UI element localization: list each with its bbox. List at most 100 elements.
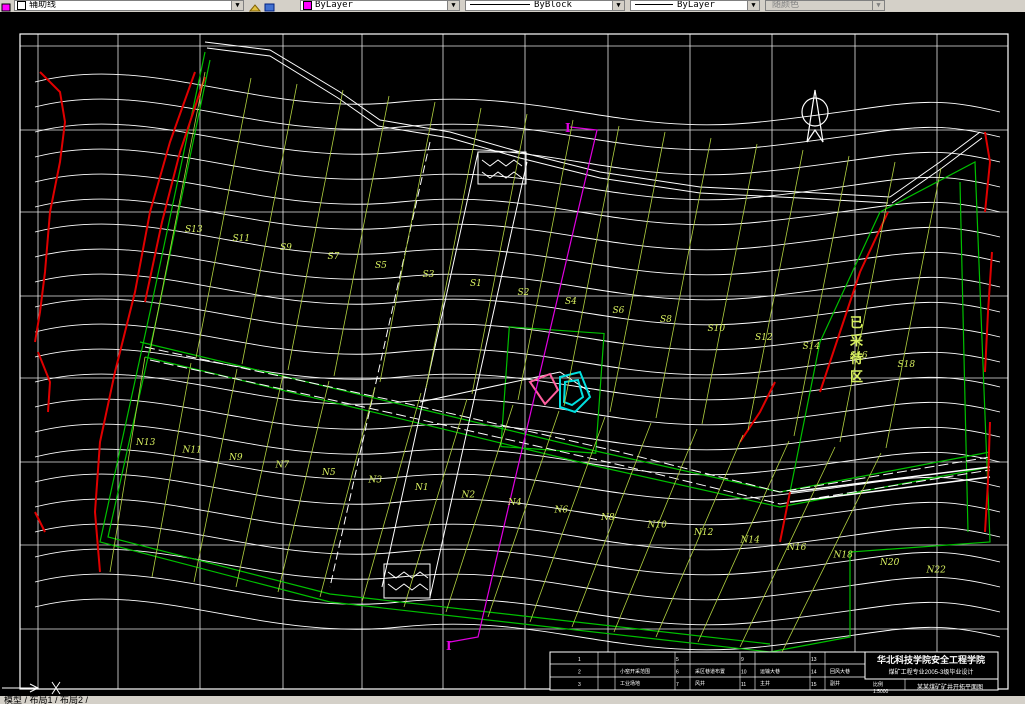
title-block-row-number: 2 — [578, 670, 581, 676]
title-block-row-number: 7 — [676, 682, 679, 688]
panel-label-s: S13 — [185, 225, 203, 235]
legend-entry: 小窑开采范围 — [620, 668, 650, 675]
north-arrow-icon — [801, 89, 829, 143]
panel-division-line — [195, 77, 252, 359]
panel-division-line — [379, 101, 436, 383]
title-block-row-number: 13 — [811, 657, 817, 663]
panel-label-s: S2 — [518, 288, 530, 298]
panel-label-s: S11 — [233, 234, 251, 244]
panel-division-line — [739, 446, 836, 648]
panel-labels: S13S11S9S7S5S3S1S2S4S6S8S10S12S14S16S18N… — [135, 225, 946, 576]
panel-label-s: S8 — [660, 315, 672, 325]
legend-entry: 风井 — [695, 680, 705, 687]
panel-division-line — [697, 440, 790, 643]
panel-label-s: S6 — [613, 306, 625, 316]
legend-entry: 回风大巷 — [830, 668, 850, 675]
panel-division-line — [571, 422, 652, 628]
panel-label-s: S5 — [375, 261, 387, 271]
panel-division-line — [885, 167, 942, 449]
scale-label: 比例 — [873, 681, 883, 688]
panel-label-s: S12 — [755, 333, 773, 343]
panel-division-line — [287, 89, 344, 371]
panel-label-s: S3 — [423, 270, 435, 280]
panel-division-line — [529, 416, 606, 623]
title-block-row-number: 6 — [676, 670, 679, 676]
layer-color-swatch — [17, 1, 26, 10]
panel-label-s: S10 — [708, 324, 726, 334]
title-block-row-number: 5 — [676, 657, 679, 663]
linetype-sample — [470, 4, 530, 5]
linetype-value: ByBlock — [534, 0, 572, 10]
panel-label-s: S4 — [565, 297, 577, 307]
panel-label-n: N11 — [182, 446, 202, 456]
make-object-layer-current-icon[interactable] — [248, 0, 262, 12]
layer-name: 辅助线 — [29, 0, 57, 10]
panel-division-line — [235, 374, 284, 588]
layer-dropdown[interactable]: 辅助线 ▼ — [14, 0, 244, 11]
title-block-row-number: 11 — [741, 682, 746, 688]
panel-label-s: S9 — [280, 243, 292, 253]
title-block-row-number: 15 — [811, 682, 817, 688]
drawing-canvas[interactable]: I I 已采待区 S13 S11 S9 S7 S5 S3 S1 S2 S4 S6 S8 S10 S12 S… — [0, 12, 1025, 696]
chevron-down-icon[interactable]: ▼ — [447, 1, 459, 10]
legend-entry: 副井 — [830, 680, 840, 687]
panel-label-n: N5 — [321, 468, 336, 478]
school-name: 华北科技学院安全工程学院 — [877, 654, 985, 665]
panel-division-line — [361, 392, 422, 603]
panel-division-line — [655, 434, 744, 638]
legend-entry: 采区巷道布置 — [695, 668, 725, 675]
chevron-down-icon[interactable]: ▼ — [612, 1, 624, 10]
panel-label-n: N9 — [228, 453, 243, 463]
section-label-bottom: I — [446, 639, 452, 653]
layer-state-icon[interactable] — [0, 0, 13, 12]
title-block-row-number: 1 — [578, 657, 581, 663]
shaft-pillars — [383, 151, 527, 599]
chevron-down-icon[interactable]: ▼ — [747, 1, 759, 10]
layout-tabs-text[interactable]: 模型 / 布局1 / 布局2 / — [4, 696, 88, 704]
panel-label-n: N10 — [647, 521, 668, 531]
linetype-dropdown[interactable]: ByBlock ▼ — [465, 0, 625, 11]
scale-value: 1:5000 — [873, 689, 889, 695]
panel-label-n: N20 — [879, 558, 900, 568]
color-swatch — [303, 1, 312, 10]
color-value: ByLayer — [315, 0, 353, 10]
panel-division-line — [655, 137, 712, 419]
panel-label-n: N6 — [554, 506, 569, 516]
plotstyle-value: 随颜色 — [772, 0, 800, 10]
panel-label-s: S18 — [898, 360, 916, 370]
legend-entry: 运输大巷 — [760, 668, 780, 675]
title-block-row-number: 14 — [811, 670, 817, 676]
layout-tabs[interactable]: 模型 / 布局1 / 布局2 / — [0, 696, 1025, 704]
panel-label-n: N2 — [461, 491, 476, 501]
panel-label-s: S7 — [328, 252, 340, 262]
panel-division-line — [701, 143, 758, 425]
chevron-down-icon[interactable]: ▼ — [231, 1, 243, 10]
panel-label-n: N3 — [368, 476, 383, 486]
panel-division-line — [333, 95, 390, 377]
panel-label-n: N22 — [926, 566, 947, 576]
panel-division-line — [277, 380, 330, 593]
legend-entry: 工业场地 — [620, 680, 640, 687]
color-dropdown[interactable]: ByLayer ▼ — [300, 0, 460, 11]
chevron-down-icon: ▼ — [872, 1, 884, 10]
lineweight-sample — [635, 4, 673, 5]
panel-division-line — [613, 428, 698, 633]
project-subtitle: 煤矿工程专业2005-3级毕业设计 — [889, 668, 974, 676]
lineweight-value: ByLayer — [677, 0, 715, 10]
panel-label-n: N12 — [693, 528, 714, 538]
title-block: 1 2 3 5 6 7 9 10 11 13 14 15 小窑开采范围 采区巷道布置 运输大巷 回风大巷工业场… — [549, 651, 999, 695]
panel-label-s: S16 — [850, 351, 868, 361]
ucs-icon — [2, 681, 61, 695]
layer-previous-icon[interactable] — [263, 0, 276, 12]
title-block-row-number: 9 — [741, 657, 744, 663]
boundary-hatching — [204, 41, 983, 204]
mining-zone-char: 已 — [850, 316, 863, 331]
panel-division-line — [747, 149, 804, 431]
lineweight-dropdown[interactable]: ByLayer ▼ — [630, 0, 760, 11]
title-block-row-number: 10 — [741, 670, 747, 676]
drawing-title: 某某煤矿矿井开拓平面图 — [917, 683, 983, 691]
panel-division-line — [193, 368, 238, 583]
panel-label-s: S1 — [470, 279, 482, 289]
panel-division-line — [471, 113, 528, 395]
panel-division-line — [319, 386, 376, 598]
